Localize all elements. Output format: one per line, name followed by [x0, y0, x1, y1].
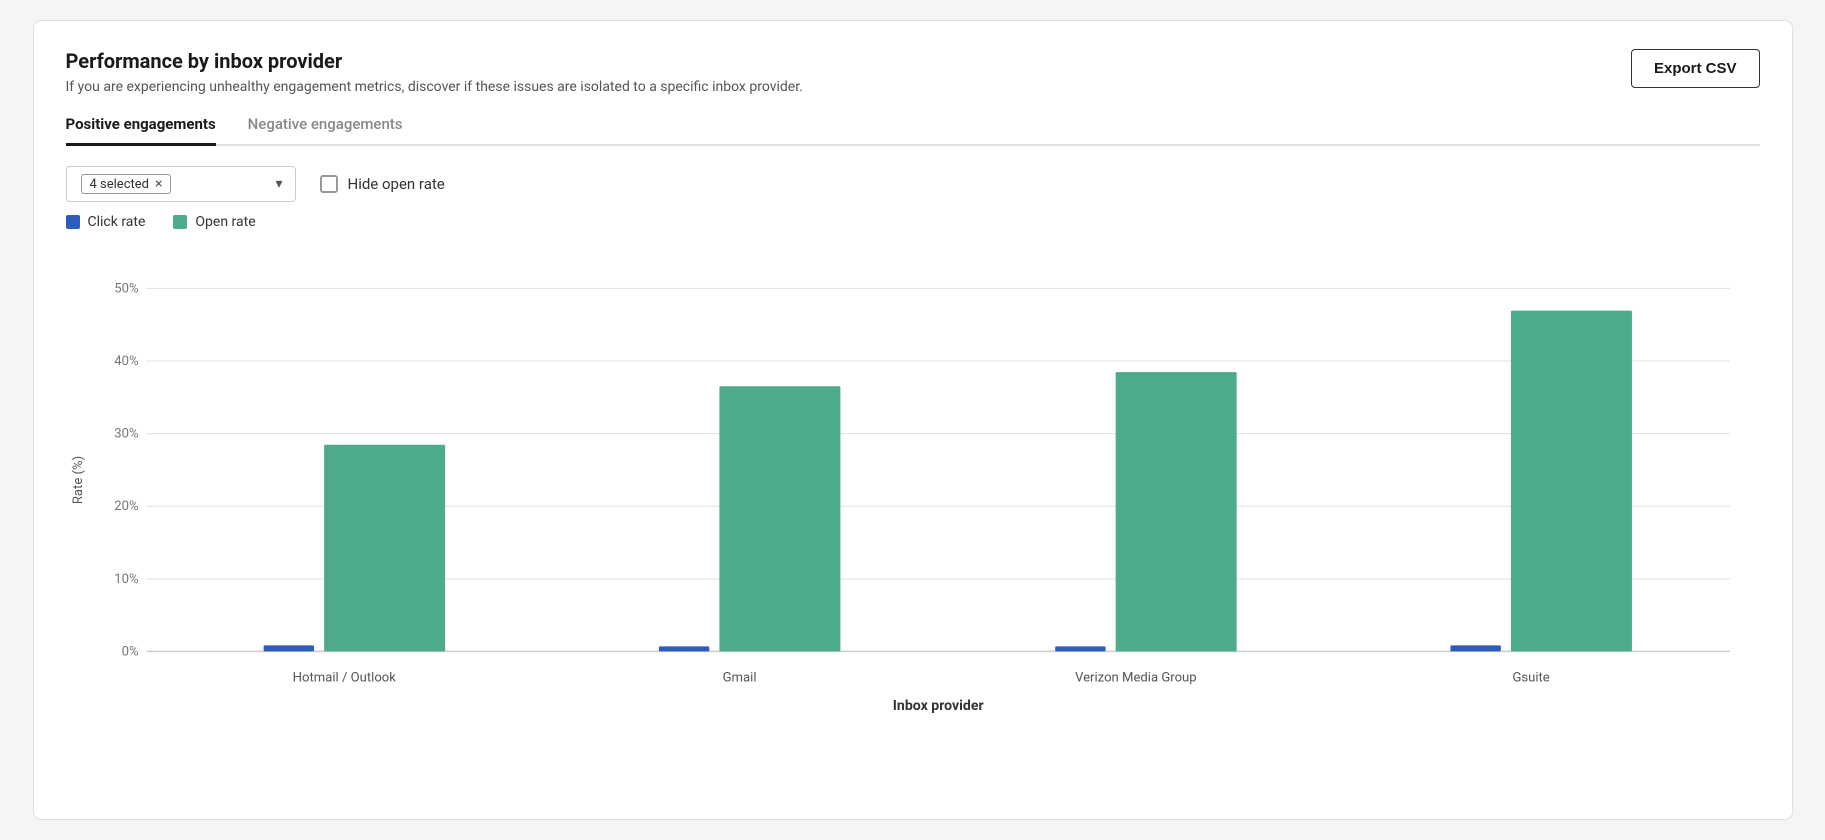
hide-open-rate-text: Hide open rate [348, 175, 445, 193]
hide-open-rate-checkbox[interactable] [320, 175, 338, 193]
card-title: Performance by inbox provider [66, 49, 803, 73]
open-rate-legend-label: Open rate [195, 214, 255, 230]
ytick-0: 0% [121, 644, 138, 659]
ytick-20: 20% [114, 499, 139, 514]
ytick-10: 10% [114, 572, 139, 587]
bar-gsuite-open [1510, 311, 1631, 652]
x-axis-label: Inbox provider [892, 698, 983, 714]
bar-hotmail-open [324, 445, 445, 652]
hide-open-rate-label[interactable]: Hide open rate [320, 175, 445, 193]
performance-card: Performance by inbox provider If you are… [33, 20, 1793, 820]
dropdown-arrow-icon: ▾ [275, 176, 282, 192]
open-rate-legend-dot [173, 215, 187, 229]
provider-selector-dropdown[interactable]: 4 selected × ▾ [66, 166, 296, 202]
click-rate-legend-label: Click rate [88, 214, 146, 230]
legend-open-rate: Open rate [173, 214, 255, 230]
bar-gmail-open [719, 386, 840, 651]
bar-gmail-click [658, 646, 708, 651]
selector-badge-clear[interactable]: × [155, 176, 162, 192]
bar-verizon-open [1115, 372, 1236, 651]
xlabel-hotmail: Hotmail / Outlook [292, 671, 396, 686]
tabs-row: Positive engagements Negative engagement… [66, 115, 1760, 146]
title-section: Performance by inbox provider If you are… [66, 49, 803, 95]
bar-gsuite-click [1450, 645, 1500, 651]
tab-positive-engagements[interactable]: Positive engagements [66, 115, 216, 146]
card-subtitle: If you are experiencing unhealthy engage… [66, 79, 803, 95]
xlabel-gmail: Gmail [722, 671, 756, 686]
header-row: Performance by inbox provider If you are… [66, 49, 1760, 95]
legend-row: Click rate Open rate [66, 214, 1760, 230]
selector-badge-label: 4 selected [90, 177, 149, 192]
click-rate-legend-dot [66, 215, 80, 229]
export-csv-button[interactable]: Export CSV [1631, 49, 1760, 88]
controls-row: 4 selected × ▾ Hide open rate [66, 166, 1760, 202]
bar-verizon-click [1055, 646, 1105, 651]
ytick-30: 30% [114, 427, 139, 442]
bar-chart: Rate (%) 0% 10% 20% 30% 40% 50% [66, 240, 1760, 720]
ytick-40: 40% [114, 354, 139, 369]
ytick-50: 50% [114, 281, 139, 296]
xlabel-verizon: Verizon Media Group [1075, 671, 1197, 686]
selector-badge: 4 selected × [81, 174, 172, 194]
xlabel-gsuite: Gsuite [1512, 671, 1549, 686]
y-axis-label: Rate (%) [71, 456, 86, 504]
bar-hotmail-click [263, 645, 313, 651]
tab-negative-engagements[interactable]: Negative engagements [248, 115, 403, 146]
chart-area: Rate (%) 0% 10% 20% 30% 40% 50% [66, 240, 1760, 720]
legend-click-rate: Click rate [66, 214, 146, 230]
